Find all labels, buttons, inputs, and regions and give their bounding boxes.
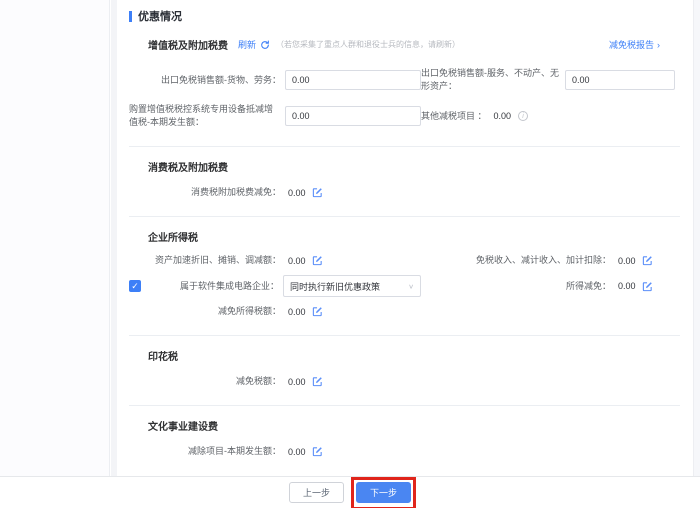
income-relief-value: 0.00 — [618, 281, 636, 291]
edit-icon[interactable] — [312, 306, 323, 317]
edit-icon[interactable] — [312, 255, 323, 266]
section-divider — [129, 146, 680, 147]
info-icon[interactable]: i — [518, 111, 528, 121]
culture-deduction-label: 减除项目-本期发生额： — [129, 445, 281, 458]
cit-row-1: 资产加速折旧、摊销、调减额： 0.00 免税收入、减计收入、加计扣除： 0.00 — [129, 254, 680, 267]
stamp-row: 减免税额： 0.00 — [129, 375, 680, 388]
edit-icon[interactable] — [642, 281, 653, 292]
next-step-button[interactable]: 下一步 — [356, 482, 411, 503]
consumption-relief-value: 0.00 — [288, 188, 306, 198]
previous-step-button[interactable]: 上一步 — [289, 482, 344, 503]
software-enterprise-label: 属于软件集成电路企业： — [141, 280, 279, 293]
consumption-row: 消费税附加税费减免： 0.00 — [129, 186, 680, 199]
wizard-footer: 上一步 下一步 — [0, 476, 700, 508]
vat-row-1: 出口免税销售额-货物、劳务： 出口免税销售额-服务、不动产、无形资产： — [129, 67, 680, 93]
edit-icon[interactable] — [312, 187, 323, 198]
section-divider — [129, 216, 680, 217]
preferences-panel: 优惠情况 增值税及附加税费 刷新 （若您采集了重点人群和退役士兵的信息，请刷新）… — [117, 0, 692, 476]
culture-row: 减除项目-本期发生额： 0.00 — [129, 445, 680, 458]
other-reduction-value: 0.00 — [494, 111, 512, 121]
other-reduction-label: 其他减税项目 ： — [421, 110, 487, 123]
tax-control-equipment-input[interactable] — [285, 106, 421, 126]
culture-section-title: 文化事业建设费 — [148, 418, 680, 433]
reduced-income-tax-label: 减免所得税额： — [129, 305, 281, 318]
edit-icon[interactable] — [642, 255, 653, 266]
vat-row-2: 购置增值税税控系统专用设备抵减增值税-本期发生额： 其他减税项目 ： 0.00 … — [129, 103, 680, 129]
cit-row-3: 减免所得税额： 0.00 — [129, 305, 680, 318]
edit-icon[interactable] — [312, 376, 323, 387]
consumption-section-title: 消费税及附加税费 — [148, 159, 680, 174]
policy-select[interactable]: 同时执行新旧优惠政策 ∨ — [283, 275, 421, 297]
accelerated-depreciation-label: 资产加速折旧、摊销、调减额： — [129, 254, 281, 267]
left-gutter — [0, 0, 110, 476]
tax-control-equipment-label: 购置增值税税控系统专用设备抵减增值税-本期发生额： — [129, 103, 281, 129]
tax-filing-app: 优惠情况 增值税及附加税费 刷新 （若您采集了重点人群和退役士兵的信息，请刷新）… — [0, 0, 700, 508]
right-gutter — [693, 0, 700, 476]
export-services-input[interactable] — [565, 70, 675, 90]
income-relief-label: 所得减免： — [421, 280, 611, 293]
cit-section-title: 企业所得税 — [148, 229, 680, 244]
accelerated-depreciation-value: 0.00 — [288, 256, 306, 266]
consumption-relief-label: 消费税附加税费减免： — [129, 186, 281, 199]
cit-row-2: ✓ 属于软件集成电路企业： 同时执行新旧优惠政策 ∨ 所得减免： 0.00 — [129, 275, 680, 297]
page-title-row: 优惠情况 — [129, 8, 680, 24]
export-goods-label: 出口免税销售额-货物、劳务： — [129, 74, 281, 87]
edit-icon[interactable] — [312, 446, 323, 457]
stamp-section-title: 印花税 — [148, 348, 680, 363]
refresh-hint: （若您采集了重点人群和退役士兵的信息，请刷新） — [276, 39, 460, 50]
tax-reduction-report-link[interactable]: 减免税报告 › — [609, 38, 660, 51]
stamp-relief-value: 0.00 — [288, 377, 306, 387]
section-divider — [129, 405, 680, 406]
vat-section-title: 增值税及附加税费 — [148, 37, 228, 52]
chevron-down-icon: ∨ — [408, 283, 414, 290]
stamp-relief-label: 减免税额： — [129, 375, 281, 388]
title-accent-bar — [129, 11, 132, 22]
taxfree-income-value: 0.00 — [618, 256, 636, 266]
reduced-income-tax-value: 0.00 — [288, 307, 306, 317]
taxfree-income-label: 免税收入、减计收入、加计扣除： — [421, 254, 611, 267]
software-enterprise-checkbox[interactable]: ✓ — [129, 280, 141, 292]
section-divider — [129, 335, 680, 336]
vat-section-header: 增值税及附加税费 刷新 （若您采集了重点人群和退役士兵的信息，请刷新） 减免税报… — [148, 37, 680, 52]
refresh-link[interactable]: 刷新 — [238, 38, 256, 51]
chevron-right-icon: › — [657, 40, 660, 50]
culture-deduction-value: 0.00 — [288, 447, 306, 457]
check-icon: ✓ — [131, 282, 139, 291]
refresh-icon[interactable] — [260, 40, 270, 50]
report-link-label: 减免税报告 — [609, 38, 654, 51]
page-title: 优惠情况 — [138, 8, 182, 24]
policy-select-value: 同时执行新旧优惠政策 — [290, 280, 380, 293]
export-services-label: 出口免税销售额-服务、不动产、无形资产： — [421, 67, 561, 93]
export-goods-input[interactable] — [285, 70, 421, 90]
